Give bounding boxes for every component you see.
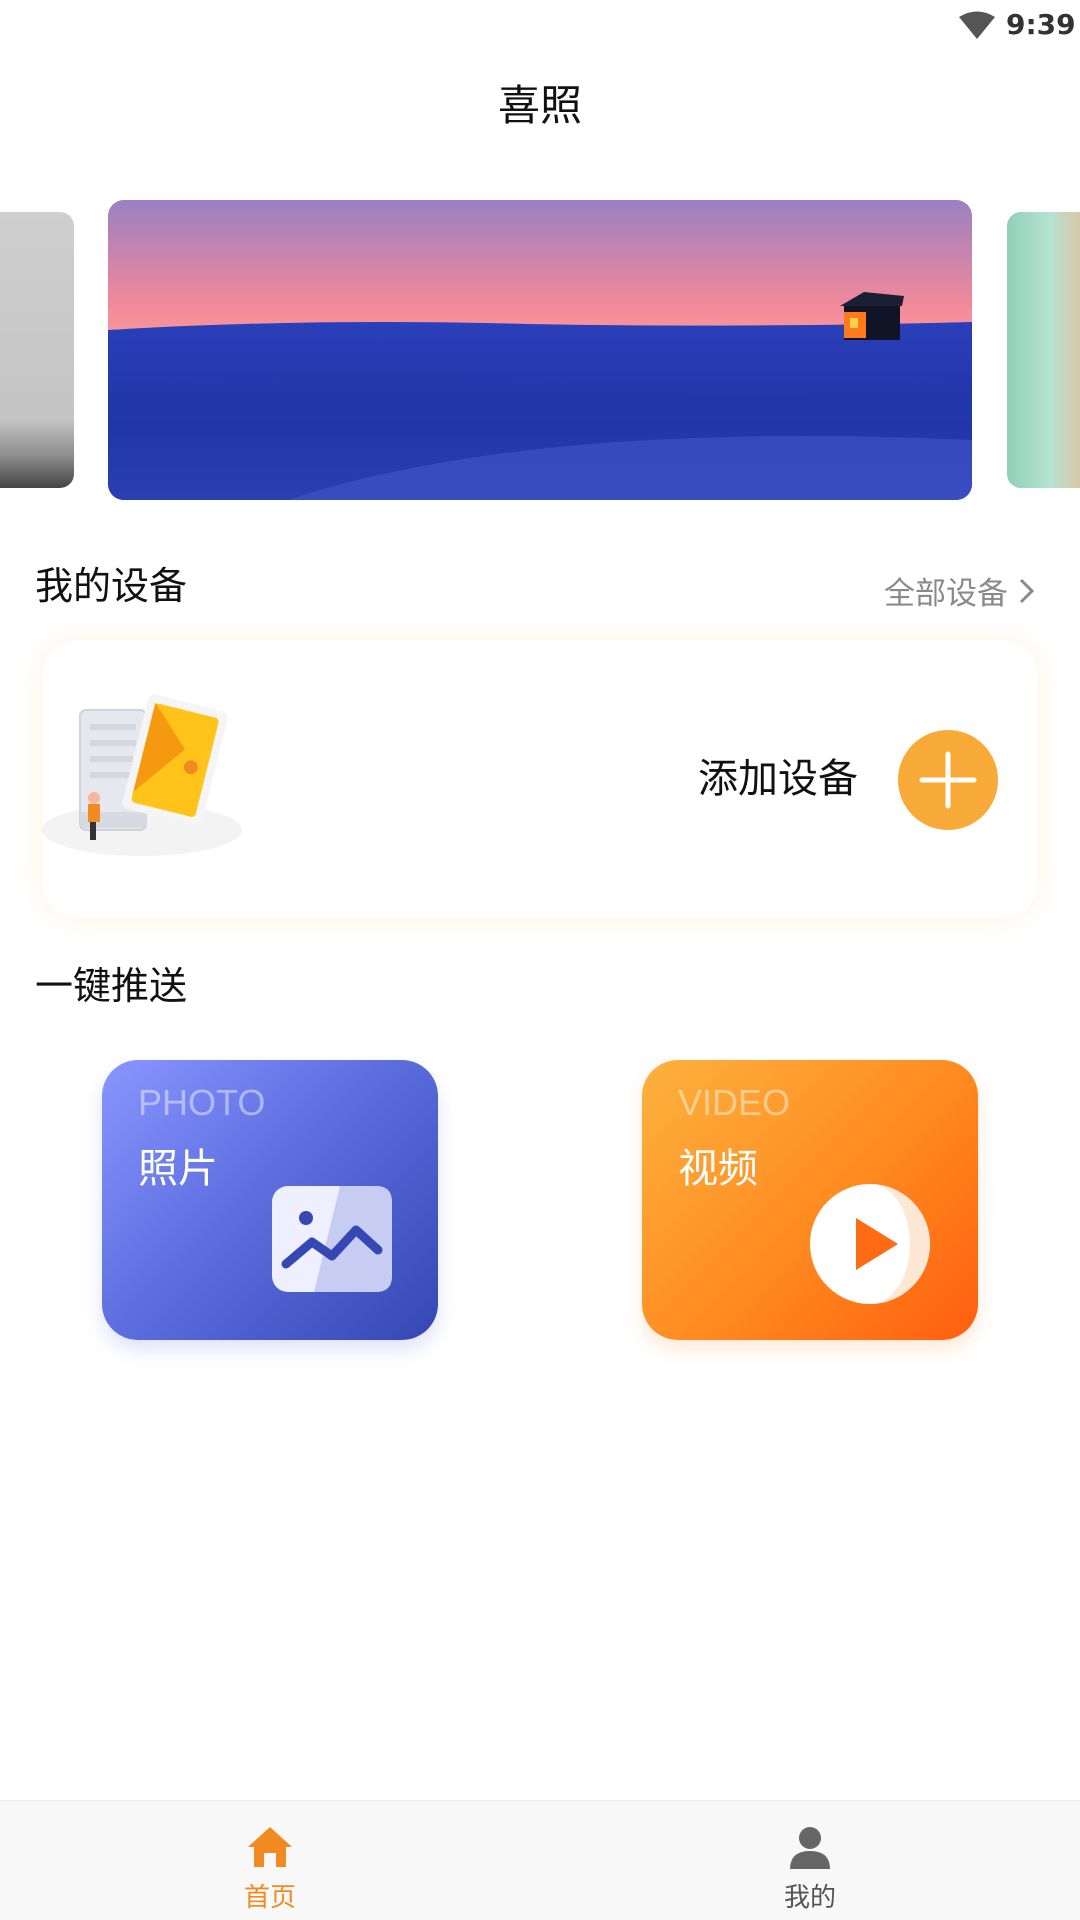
photo-push-tile[interactable]: PHOTO 照片 — [102, 1060, 438, 1340]
user-icon — [790, 1827, 830, 1869]
device-card[interactable]: 添加设备 — [42, 640, 1038, 918]
nav-label-home: 首页 — [243, 1883, 296, 1913]
nav-label-mine: 我的 — [783, 1883, 836, 1913]
banner-slide-active[interactable] — [108, 200, 972, 500]
chevron-right-icon — [1019, 578, 1035, 603]
device-illustration — [42, 694, 242, 856]
nav-item-mine[interactable]: 我的 — [730, 1801, 890, 1920]
photo-tile-label: 照片 — [138, 1146, 218, 1192]
video-tile-label: 视频 — [678, 1146, 758, 1192]
banner-slide-prev[interactable] — [0, 212, 74, 488]
add-device-button[interactable] — [898, 730, 998, 830]
image-icon — [272, 1186, 392, 1292]
video-tile-en-label: VIDEO — [678, 1082, 791, 1123]
banner-image — [108, 200, 972, 500]
photo-tile-en-label: PHOTO — [138, 1082, 266, 1123]
home-icon — [248, 1827, 292, 1867]
one-key-push-heading: 一键推送 — [35, 964, 188, 1008]
banner-slide-next[interactable] — [1007, 212, 1080, 488]
status-time: 9:39 — [1006, 8, 1076, 41]
video-push-tile[interactable]: VIDEO 视频 — [642, 1060, 978, 1340]
all-devices-label: 全部设备 — [884, 576, 1008, 612]
page-title: 喜照 — [497, 81, 582, 130]
add-device-label: 添加设备 — [698, 756, 858, 802]
my-devices-heading: 我的设备 — [35, 564, 188, 608]
all-devices-link[interactable]: 全部设备 — [884, 568, 1038, 613]
play-icon — [810, 1184, 930, 1304]
wifi-icon — [959, 11, 995, 39]
bottom-nav: 首页 我的 — [0, 1800, 1080, 1920]
plus-icon — [919, 751, 977, 809]
nav-item-home[interactable]: 首页 — [190, 1801, 350, 1920]
status-bar: 9:39 — [0, 0, 1080, 50]
